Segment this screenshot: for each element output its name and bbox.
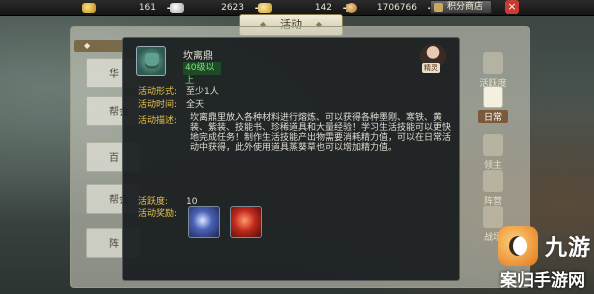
tab-faction[interactable]: 阵营 [478, 170, 508, 207]
tab-lord[interactable]: 领主 [478, 134, 508, 171]
activity-form-row: 活动形式: 至少1人 [138, 87, 219, 97]
currency-coin: 1706766 + [346, 1, 437, 15]
faction-icon [483, 170, 503, 192]
tab-daily[interactable]: 日常 [478, 86, 508, 123]
activity-description: 坎离鼎里放入各种材料进行熔炼、可以获得各种墨刚、寒铁、黄装、紫装、技能书、珍稀道… [190, 113, 452, 153]
currency-ingot: 142 + [258, 1, 352, 15]
daily-icon [483, 86, 503, 108]
activity-time-row: 活动时间: 全天 [138, 100, 205, 110]
points-shop-button[interactable]: 积分商店 [430, 0, 493, 14]
silver-icon [170, 3, 184, 13]
activity-reward-row: 活动奖励: [138, 209, 178, 219]
level-requirement: 40级以上 [183, 62, 221, 86]
copper-coin-icon [346, 3, 357, 13]
close-button[interactable]: × [505, 0, 519, 14]
activity-detail-popup [122, 37, 460, 281]
npc-label: 精灵 [422, 63, 440, 73]
cauldron-item-icon [136, 46, 166, 76]
reward-red-ore-icon[interactable] [230, 206, 262, 238]
battlefield-icon [483, 206, 503, 228]
activity-desc-label: 活动描述: [138, 116, 178, 126]
currency-silver: 2623 + [170, 1, 264, 15]
activity-points-icon [483, 52, 503, 74]
lord-icon [483, 134, 503, 156]
activity-name: 坎离鼎 [183, 51, 213, 62]
shop-bag-icon [434, 3, 443, 12]
watermark-logo: 九游 [545, 236, 592, 261]
reward-blue-crystal-icon[interactable] [188, 206, 220, 238]
list-header-tag: ◆ [74, 40, 124, 52]
tab-activity-points[interactable]: 活跃度 [478, 52, 508, 89]
watermark-site-name: 案归手游网 [500, 271, 585, 291]
currency-gold: 161 + [82, 1, 176, 15]
gold-ingot-icon [82, 3, 96, 13]
ingot-icon [258, 3, 272, 13]
watermark-mascot-icon [498, 226, 538, 266]
